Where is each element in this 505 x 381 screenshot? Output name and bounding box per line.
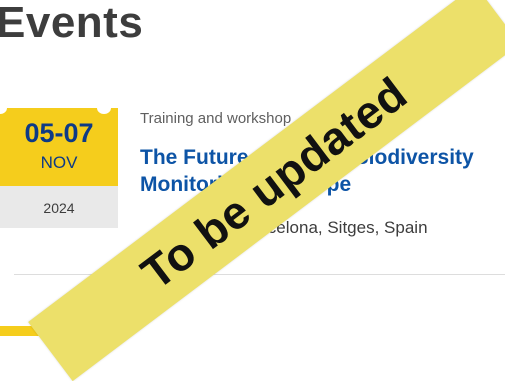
event-type: Training and workshop [140, 110, 292, 127]
page-title: Events [0, 0, 144, 47]
divider [14, 274, 505, 275]
event-date-card: 05-07 NOV 2024 [0, 102, 118, 228]
ticket-notch [0, 102, 7, 114]
ticket-notch [97, 102, 111, 114]
date-card-header: 05-07 NOV [0, 102, 118, 186]
event-year: 2024 [43, 200, 75, 216]
date-card-footer: 2024 [0, 186, 118, 228]
event-month: NOV [40, 153, 78, 172]
event-days: 05-07 [24, 118, 94, 148]
